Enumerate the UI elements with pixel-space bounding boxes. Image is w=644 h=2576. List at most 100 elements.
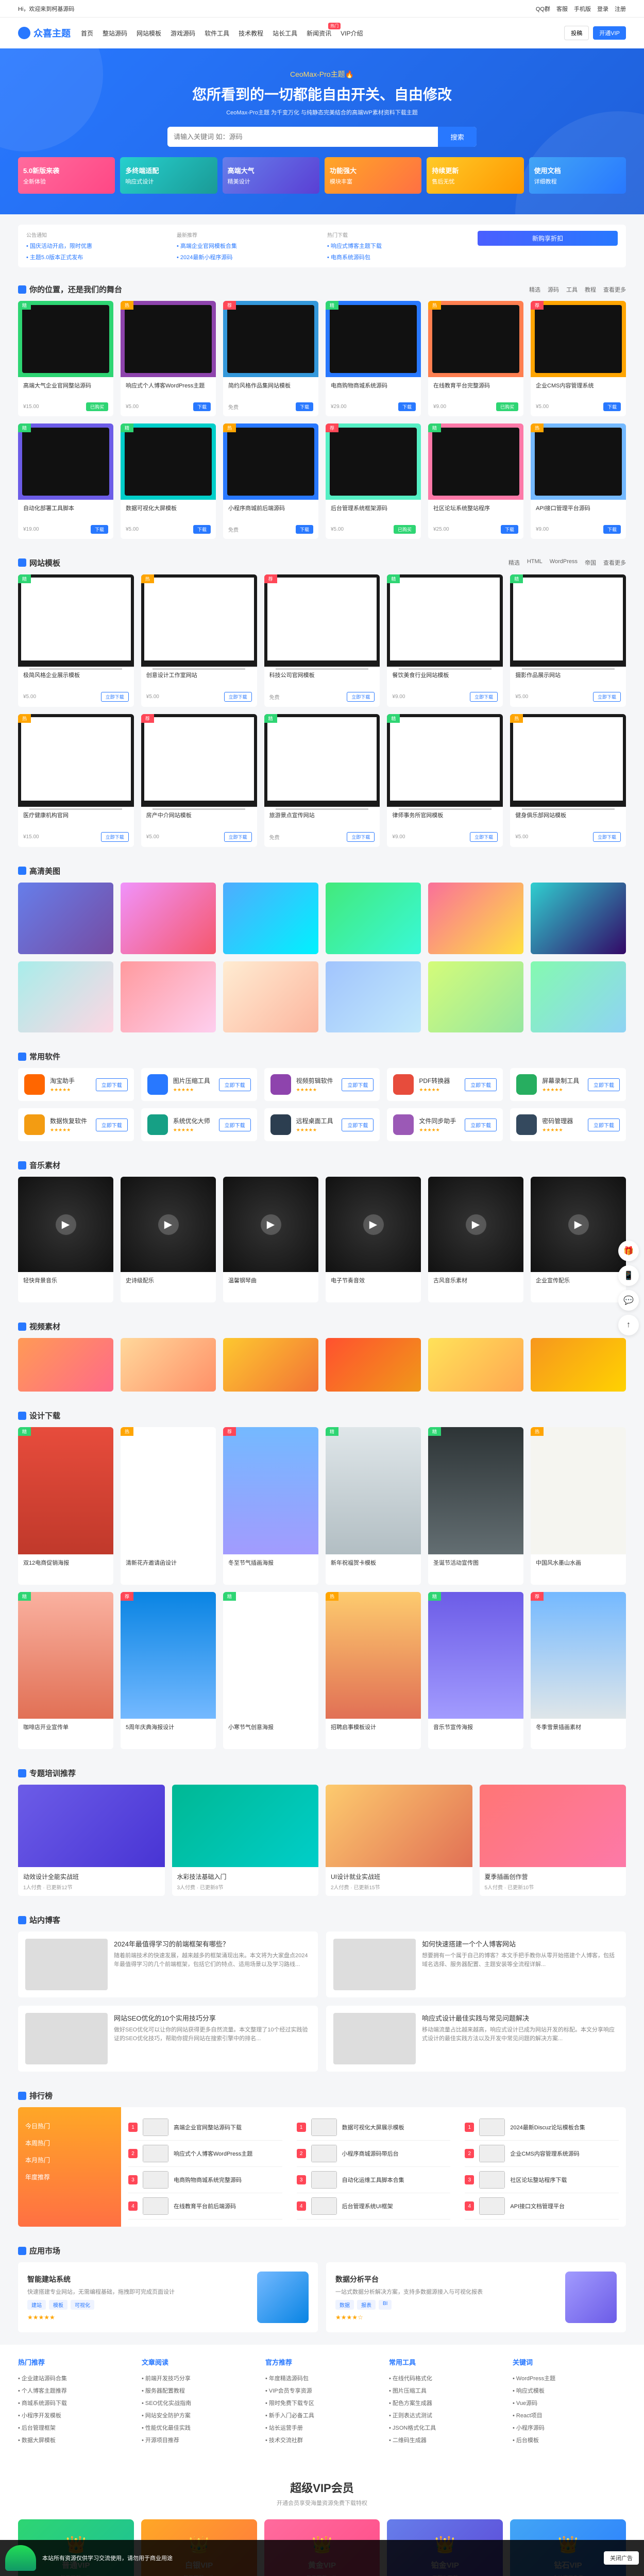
footer-link[interactable]: • 服务器配置教程 xyxy=(142,2384,255,2397)
rank-item[interactable]: 4后台管理系统UI框架 xyxy=(297,2193,451,2219)
notice-link[interactable]: • 高端企业官网模板合集 xyxy=(177,242,317,250)
nav-item[interactable]: 首页 xyxy=(81,27,93,40)
template-card[interactable]: 热健身俱乐部网站模板¥5.00立即下载 xyxy=(510,714,626,847)
search-button[interactable]: 搜索 xyxy=(438,127,477,147)
download-button[interactable]: 立即下载 xyxy=(96,1078,128,1091)
section-tab[interactable]: 精选 xyxy=(529,285,540,294)
nav-item[interactable]: 站长工具 xyxy=(273,27,297,40)
footer-link[interactable]: • 企业建站源码合集 xyxy=(18,2372,131,2384)
wallpaper-card[interactable] xyxy=(223,883,318,954)
design-card[interactable]: 荐冬季雪景插画素材 xyxy=(531,1592,626,1749)
nav-item[interactable]: 整站源码 xyxy=(103,27,127,40)
category-tile[interactable]: 使用文档详细教程 xyxy=(529,157,626,194)
source-card[interactable]: 热小程序商城前后端源码免费下载 xyxy=(223,423,318,539)
topic-card[interactable]: 夏季插画创作营5人付费 · 已更新10节 xyxy=(480,1785,626,1896)
video-card[interactable] xyxy=(223,1338,318,1392)
software-card[interactable]: 屏幕录制工具★★★★★立即下载 xyxy=(510,1068,626,1101)
template-card[interactable]: 荐房产中介网站模板¥5.00立即下载 xyxy=(141,714,257,847)
design-card[interactable]: 荐冬至节气插画海报 xyxy=(223,1427,318,1584)
template-card[interactable]: 精极简风格企业展示模板¥5.00立即下载 xyxy=(18,574,134,707)
rank-item[interactable]: 1数据可视化大屏展示模板 xyxy=(297,2114,451,2141)
download-button[interactable]: 立即下载 xyxy=(101,832,129,842)
notice-link[interactable]: • 2024最新小程序源码 xyxy=(177,253,317,261)
search-input[interactable] xyxy=(167,127,438,147)
footer-link[interactable]: • 开源项目推荐 xyxy=(142,2434,255,2446)
news-card[interactable]: 网站SEO优化的10个实用技巧分享做好SEO优化可以让你的网站获得更多自然流量。… xyxy=(18,2006,318,2072)
footer-link[interactable]: • 技术交流社群 xyxy=(265,2434,379,2446)
footer-link[interactable]: • 响应式模板 xyxy=(513,2384,626,2397)
design-card[interactable]: 热招聘启事模板设计 xyxy=(326,1592,421,1749)
footer-link[interactable]: • JSON格式化工具 xyxy=(389,2421,502,2434)
nav-item[interactable]: 网站模板 xyxy=(137,27,161,40)
video-card[interactable] xyxy=(121,1338,216,1392)
software-card[interactable]: 文件同步助手★★★★★立即下载 xyxy=(387,1108,503,1141)
rank-item[interactable]: 2企业CMS内容管理系统源码 xyxy=(465,2141,619,2167)
footer-link[interactable]: • React项目 xyxy=(513,2409,626,2421)
section-tab[interactable]: 帝国 xyxy=(585,558,596,567)
wallpaper-card[interactable] xyxy=(18,883,113,954)
rank-tab[interactable]: 本月热门 xyxy=(25,2151,114,2168)
download-button[interactable]: 立即下载 xyxy=(593,692,621,702)
rank-item[interactable]: 4API接口文档管理平台 xyxy=(465,2193,619,2219)
footer-link[interactable]: • 在线代码格式化 xyxy=(389,2372,502,2384)
notice-link[interactable]: • 电商系统源码包 xyxy=(327,253,467,261)
footer-link[interactable]: • VIP会员专享资源 xyxy=(265,2384,379,2397)
topbar-link[interactable]: 登录 xyxy=(597,5,608,13)
software-card[interactable]: 系统优化大师★★★★★立即下载 xyxy=(141,1108,257,1141)
download-button[interactable]: 立即下载 xyxy=(224,692,252,702)
rank-item[interactable]: 4在线教育平台前后端源码 xyxy=(128,2193,282,2219)
card-action-button[interactable]: 下载 xyxy=(603,525,621,534)
section-tab[interactable]: 源码 xyxy=(548,285,559,294)
wallpaper-card[interactable] xyxy=(326,883,421,954)
music-card[interactable]: 史诗级配乐 xyxy=(121,1177,216,1302)
section-tab[interactable]: 查看更多 xyxy=(603,558,626,567)
topbar-link[interactable]: 手机版 xyxy=(574,5,591,13)
design-card[interactable]: 热中国风水墨山水画 xyxy=(531,1427,626,1584)
topbar-link[interactable]: QQ群 xyxy=(536,5,550,13)
source-card[interactable]: 热响应式个人博客WordPress主题¥5.00下载 xyxy=(121,301,216,416)
wallpaper-card[interactable] xyxy=(531,883,626,954)
news-card[interactable]: 如何快速搭建一个个人博客网站想要拥有一个属于自己的博客？本文手把手教你从零开始搭… xyxy=(326,1931,626,1997)
category-tile[interactable]: 5.0新版来袭全新体验 xyxy=(18,157,115,194)
topic-card[interactable]: UI设计就业实战班2人付费 · 已更新15节 xyxy=(326,1785,472,1896)
rank-item[interactable]: 3电商购物商城系统完整源码 xyxy=(128,2167,282,2193)
wallpaper-card[interactable] xyxy=(531,961,626,1033)
download-button[interactable]: 立即下载 xyxy=(588,1118,620,1131)
vip-button[interactable]: 开通VIP xyxy=(593,26,626,40)
template-card[interactable]: 精餐饮美食行业网站模板¥9.00立即下载 xyxy=(387,574,503,707)
rank-item[interactable]: 3社区论坛整站程序下载 xyxy=(465,2167,619,2193)
card-action-button[interactable]: 下载 xyxy=(193,525,211,534)
rank-tab[interactable]: 年度推荐 xyxy=(25,2168,114,2185)
download-button[interactable]: 立即下载 xyxy=(588,1078,620,1091)
float-service-icon[interactable]: 💬 xyxy=(618,1290,639,1311)
rank-item[interactable]: 2响应式个人博客WordPress主题 xyxy=(128,2141,282,2167)
template-card[interactable]: 热医疗健康机构官网¥15.00立即下载 xyxy=(18,714,134,847)
close-ad-button[interactable]: 关闭广告 xyxy=(604,2551,639,2565)
download-button[interactable]: 立即下载 xyxy=(219,1078,251,1091)
rank-item[interactable]: 2小程序商城源码带后台 xyxy=(297,2141,451,2167)
design-card[interactable]: 荐5周年庆典海报设计 xyxy=(121,1592,216,1749)
topic-card[interactable]: 水彩技法基础入门3人付费 · 已更新8节 xyxy=(172,1785,319,1896)
source-card[interactable]: 精高端大气企业官网整站源码¥15.00已购买 xyxy=(18,301,113,416)
video-card[interactable] xyxy=(326,1338,421,1392)
card-action-button[interactable]: 下载 xyxy=(193,402,211,411)
design-card[interactable]: 热清新花卉邀请函设计 xyxy=(121,1427,216,1584)
source-card[interactable]: 精社区论坛系统整站程序¥25.00下载 xyxy=(428,423,523,539)
source-card[interactable]: 荐简约风格作品集网站模板免费下载 xyxy=(223,301,318,416)
footer-link[interactable]: • 性能优化最佳实践 xyxy=(142,2421,255,2434)
card-action-button[interactable]: 下载 xyxy=(398,402,416,411)
category-tile[interactable]: 高端大气精美设计 xyxy=(223,157,319,194)
music-card[interactable]: 温馨钢琴曲 xyxy=(223,1177,318,1302)
footer-link[interactable]: • 正则表达式测试 xyxy=(389,2409,502,2421)
template-card[interactable]: 精律师事务所官网模板¥9.00立即下载 xyxy=(387,714,503,847)
rank-item[interactable]: 3自动化运维工具脚本合集 xyxy=(297,2167,451,2193)
footer-link[interactable]: • 个人博客主题推荐 xyxy=(18,2384,131,2397)
download-button[interactable]: 立即下载 xyxy=(101,692,129,702)
download-button[interactable]: 立即下载 xyxy=(342,1078,374,1091)
wallpaper-card[interactable] xyxy=(121,883,216,954)
software-card[interactable]: 淘宝助手★★★★★立即下载 xyxy=(18,1068,134,1101)
nav-item[interactable]: 软件工具 xyxy=(205,27,229,40)
nav-item[interactable]: 游戏源码 xyxy=(171,27,195,40)
footer-link[interactable]: • 商城系统源码下载 xyxy=(18,2397,131,2409)
notice-link[interactable]: • 国庆活动开启，限时优惠 xyxy=(26,242,166,250)
